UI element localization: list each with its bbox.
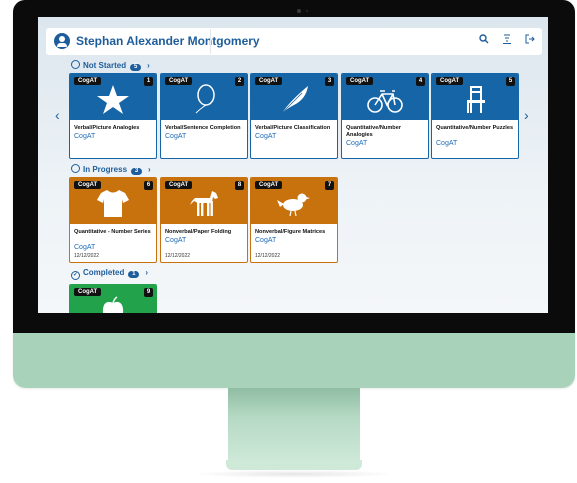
circle-icon [71, 60, 80, 69]
card-number: 3 [325, 77, 334, 86]
assessment-card-1[interactable]: CogAT 1 Verbal/Picture Analogies CogAT [69, 73, 157, 159]
bird-icon [277, 193, 310, 217]
chevron-right-icon[interactable]: › [148, 165, 151, 174]
chevron-right-icon[interactable]: › [147, 61, 150, 70]
card-number: 6 [144, 181, 153, 190]
card-date: 12/12/2022 [165, 253, 191, 259]
section-label: Not Started [83, 61, 127, 70]
section-label: In Progress [83, 165, 128, 174]
card-number: 7 [325, 181, 334, 190]
card-number: 2 [235, 77, 244, 86]
clock-icon [71, 164, 80, 173]
assessment-card-4[interactable]: CogAT 4 Quantitative/Number Analogies Co… [341, 73, 429, 159]
shirt-icon [97, 190, 129, 217]
bicycle-icon [367, 90, 403, 113]
monitor-chin [13, 333, 575, 388]
assessment-card-9[interactable]: CogAT 9 [69, 284, 157, 313]
section-in-progress[interactable]: In Progress 3 › [71, 164, 151, 176]
card-date: 12/12/2022 [74, 253, 100, 259]
app-screen: Stephan Alexander Montgomery Not Started… [38, 17, 548, 313]
avatar[interactable] [54, 33, 70, 49]
feather-icon [281, 86, 308, 114]
assessment-card-5[interactable]: CogAT 5 Quantitative/Number Puzzles CogA… [431, 73, 519, 159]
card-title: Verbal/Picture Classification [255, 125, 331, 131]
card-subtitle: CogAT [74, 133, 96, 140]
card-number: 4 [416, 77, 425, 86]
assessment-card-8[interactable]: CogAT 8 Nonverbal/Paper Folding CogAT 12… [160, 177, 248, 263]
card-number: 9 [144, 288, 153, 297]
sensor-dot [306, 10, 308, 12]
section-label: Completed [83, 268, 125, 277]
card-number: 8 [235, 181, 244, 190]
count-badge: 1 [128, 271, 140, 278]
scroll-right-arrow[interactable]: › [524, 107, 529, 123]
card-subtitle: CogAT [436, 140, 458, 147]
card-title: Verbal/Sentence Completion [165, 125, 241, 131]
card-title: Quantitative - Number Series [74, 229, 151, 235]
star-icon [97, 85, 129, 114]
top-bar: Stephan Alexander Montgomery [46, 28, 542, 55]
card-number: 1 [144, 77, 153, 86]
section-not-started[interactable]: Not Started 5 › [71, 60, 150, 72]
count-badge: 5 [130, 64, 142, 71]
chevron-right-icon[interactable]: › [145, 268, 148, 277]
card-subtitle: CogAT [346, 140, 368, 147]
card-subtitle: CogAT [165, 133, 187, 140]
card-title: Quantitative/Number Puzzles [436, 125, 514, 131]
card-title: Verbal/Picture Analogies [74, 125, 140, 131]
monitor-foot [226, 460, 362, 470]
card-subtitle: CogAT [165, 237, 187, 244]
horse-icon [190, 191, 218, 216]
card-subtitle: CogAT [74, 244, 96, 251]
monitor-stand [228, 388, 360, 460]
card-subtitle: CogAT [255, 133, 277, 140]
assessment-card-7[interactable]: CogAT 7 Nonverbal/Figure Matrices CogAT … [250, 177, 338, 263]
scroll-left-arrow[interactable]: ‹ [55, 107, 60, 123]
balloon-icon [195, 84, 215, 114]
assessment-card-2[interactable]: CogAT 2 Verbal/Sentence Completion CogAT [160, 73, 248, 159]
chair-icon [467, 86, 485, 113]
check-circle-icon: ✓ [71, 271, 80, 280]
assessment-card-6[interactable]: CogAT 6 Quantitative - Number Series Cog… [69, 177, 157, 263]
card-subtitle: CogAT [255, 237, 277, 244]
section-completed[interactable]: ✓ Completed 1 › [71, 268, 148, 280]
camera-icon [297, 9, 301, 13]
stand-shadow [190, 470, 398, 478]
card-title: Nonverbal/Paper Folding [165, 229, 232, 235]
card-title: Quantitative/Number Analogies [346, 125, 402, 138]
count-badge: 3 [131, 168, 143, 175]
sort-icon[interactable] [499, 34, 515, 50]
logout-icon[interactable] [522, 34, 538, 50]
card-title: Nonverbal/Figure Matrices [255, 229, 326, 235]
card-date: 12/12/2022 [255, 253, 281, 259]
assessment-card-3[interactable]: CogAT 3 Verbal/Picture Classification Co… [250, 73, 338, 159]
card-number: 5 [506, 77, 515, 86]
search-icon[interactable] [476, 34, 492, 50]
search-field[interactable] [210, 29, 471, 54]
apple-icon [102, 296, 124, 313]
